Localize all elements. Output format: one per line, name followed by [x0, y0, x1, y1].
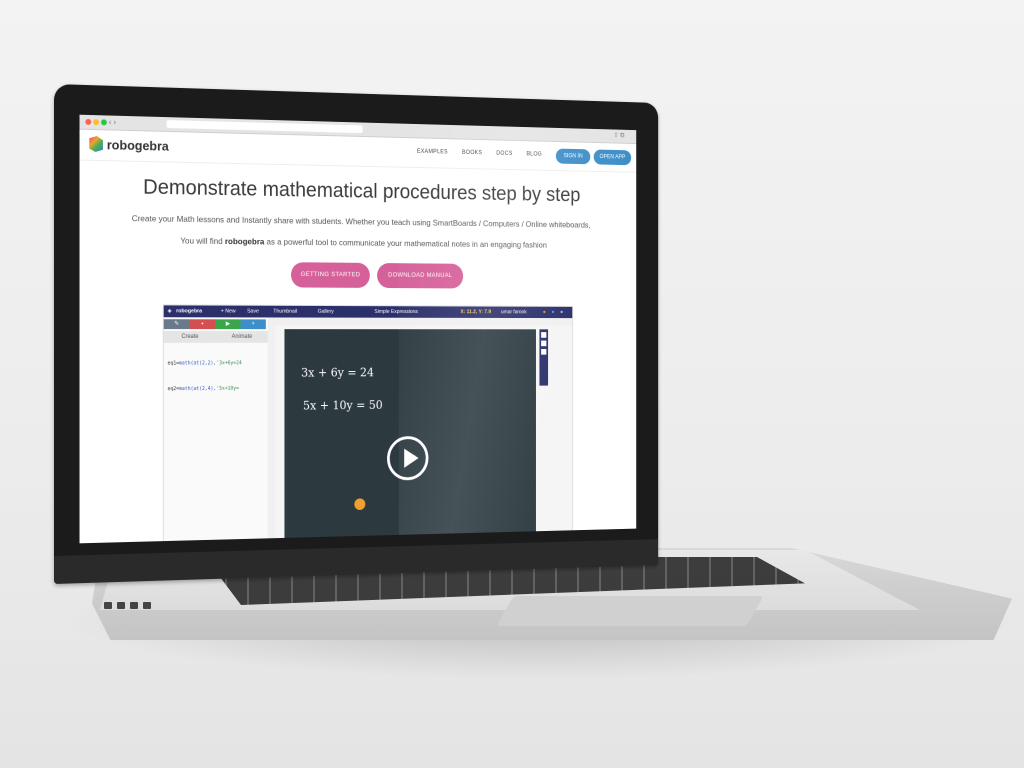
code-line-1-string: '3x+6y=24 [216, 360, 242, 367]
site-logo-text[interactable]: robogebra [107, 137, 169, 153]
document-title: Simple Expressions [374, 309, 418, 315]
delete-tool-button[interactable]: ▪ [189, 319, 216, 330]
code-line-1[interactable]: eq1=math(at(2,2),'3x+6y=24 [168, 360, 242, 366]
fit-icon[interactable] [541, 349, 547, 355]
side-toolbar [539, 329, 549, 386]
save-button[interactable]: Save [247, 306, 259, 318]
horizontal-ruler [267, 317, 573, 326]
nav-examples[interactable]: EXAMPLES [417, 149, 448, 155]
app-toolbar: ◈ robogebra + New Save Thumbnail Gallery… [163, 305, 573, 319]
address-bar[interactable] [166, 120, 363, 134]
app-brand: robogebra [176, 308, 203, 315]
tab-animate[interactable]: Animate [216, 331, 268, 343]
open-app-button[interactable]: OPEN APP [593, 149, 632, 166]
app-preview: ◈ robogebra + New Save Thumbnail Gallery… [162, 304, 574, 544]
code-line-2-prefix: eq2= [167, 386, 180, 393]
minimize-window-icon[interactable] [93, 119, 100, 126]
coordinate-readout: X: 11.2, Y: 7.9 [460, 309, 492, 316]
laptop-screen: ‹ › ⇧ ⧉ robogebra EXAMPLES BOOKS DOCS BL… [79, 114, 637, 544]
hero-subtitle-2-suffix: as a powerful tool to communicate your m… [264, 236, 547, 250]
play-tool-button[interactable]: ▶ [215, 319, 241, 330]
main-nav: EXAMPLES BOOKS DOCS BLOG [404, 149, 542, 158]
close-window-icon[interactable] [85, 118, 92, 125]
code-line-2-string: '5x+10y= [216, 385, 239, 392]
getting-started-button[interactable]: GETTING STARTED [290, 262, 370, 288]
bluetooth-icon[interactable]: ● [560, 307, 563, 318]
laptop-lid: ‹ › ⇧ ⧉ robogebra EXAMPLES BOOKS DOCS BL… [54, 84, 659, 584]
gallery-button[interactable]: Gallery [318, 306, 334, 318]
tab-create[interactable]: Create [163, 331, 217, 343]
new-button[interactable]: + New [221, 306, 236, 318]
hero-subtitle-1: Create your Math lessons and Instantly s… [131, 213, 591, 230]
sign-in-button[interactable]: SIGN IN [555, 148, 591, 165]
maximize-window-icon[interactable] [100, 119, 107, 126]
hero-subtitle-2: You will find robogebra as a powerful to… [80, 234, 637, 250]
app-logo-icon: ◈ [167, 308, 172, 315]
laptop-ports [104, 596, 156, 614]
thumbnail-button[interactable]: Thumbnail [273, 306, 297, 318]
whiteboard-canvas[interactable]: 3x + 6y = 24 5x + 10y = 50 [284, 329, 536, 539]
user-menu[interactable]: umar farook [501, 307, 527, 318]
code-line-1-prefix: eq1= [167, 360, 180, 367]
equation-1: 3x + 6y = 24 [301, 365, 374, 380]
nav-blog[interactable]: BLOG [526, 152, 542, 158]
zoom-down-icon[interactable] [541, 340, 547, 347]
hero-title: Demonstrate mathematical procedures step… [143, 175, 581, 207]
nav-books[interactable]: BOOKS [462, 150, 482, 156]
laptop-touchpad [496, 596, 764, 626]
code-line-1-function: math(at(2,2), [179, 360, 217, 367]
hero-subtitle-2-brand: robogebra [224, 236, 265, 247]
equation-2: 5x + 10y = 50 [302, 398, 383, 413]
play-video-icon[interactable] [387, 435, 429, 481]
app-left-panel: ✎ ▪ ▶ + Create Animate eq1=math(at(2,2),… [163, 317, 269, 543]
settings-icon[interactable]: ● [543, 307, 546, 318]
code-line-2-function: math(at(2,4), [179, 385, 217, 393]
share-icon[interactable]: ⇧ ⧉ [613, 131, 624, 140]
code-line-2[interactable]: eq2=math(at(2,4),'5x+10y= [168, 386, 239, 392]
robogebra-logo-icon[interactable] [89, 136, 103, 152]
twitter-icon[interactable]: ● [552, 307, 555, 318]
browser-back-forward-icon[interactable]: ‹ › [109, 118, 116, 127]
zoom-up-icon[interactable] [541, 332, 547, 338]
add-tool-button[interactable]: + [240, 319, 266, 330]
edit-tool-button[interactable]: ✎ [163, 319, 190, 330]
download-manual-button[interactable]: DOWNLOAD MANUAL [377, 263, 464, 289]
nav-docs[interactable]: DOCS [496, 151, 512, 157]
vertical-ruler [267, 325, 276, 540]
hero-subtitle-2-prefix: You will find [180, 235, 225, 246]
